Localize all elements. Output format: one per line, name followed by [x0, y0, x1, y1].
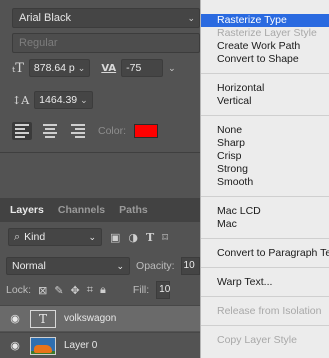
paragraph-align-row: Color: — [12, 120, 159, 142]
tab-paths[interactable]: Paths — [119, 204, 148, 216]
menu-divider — [201, 196, 329, 197]
shape-filter-icon[interactable]: ⌑ — [162, 231, 168, 244]
layer-filter-row: ⌕ Kind ⌄ ▣ ◑ T ⌑ — [0, 224, 200, 250]
search-icon: ⌕ — [14, 230, 21, 243]
font-style-dropdown[interactable]: Regular — [12, 33, 200, 53]
lock-paint-icon[interactable]: ✎ — [54, 284, 63, 297]
tracking-value: -75 — [126, 62, 142, 74]
chevron-down-icon: ⌄ — [187, 13, 195, 23]
blend-opacity-row: Normal ⌄ Opacity: 10 — [0, 255, 200, 277]
menu-item-warp-text[interactable]: Warp Text... — [201, 276, 329, 289]
font-family-dropdown[interactable]: Arial Black ⌄ — [12, 8, 200, 28]
chevron-down-icon[interactable]: ⌄ — [168, 63, 176, 74]
lock-label: Lock: — [6, 284, 32, 296]
leading-field[interactable]: 1464.39 ⌄ — [34, 91, 93, 109]
leading-row: ↕A 1464.39 ⌄ — [12, 89, 93, 111]
context-menu-items: Rasterize Type Rasterize Layer Style Creat… — [201, 14, 329, 358]
leading-value: 1464.39 — [39, 94, 78, 106]
menu-divider — [201, 115, 329, 116]
image-layer-thumbnail — [30, 336, 56, 355]
text-color-swatch[interactable] — [134, 124, 159, 138]
align-right-icon[interactable] — [68, 122, 88, 140]
lock-fill-row: Lock: ⊠ ✎ ✥ ⌗ 🔒︎ Fill: 10 — [0, 279, 200, 301]
context-menu: Rasterize Type Rasterize Layer Style Creat… — [200, 0, 329, 358]
layer-name[interactable]: Layer 0 — [64, 340, 97, 351]
blend-mode-dropdown[interactable]: Normal ⌄ — [6, 257, 131, 275]
leading-icon: ↕A — [12, 93, 30, 107]
menu-item-strong[interactable]: Strong — [201, 163, 329, 176]
tracking-icon: VA — [101, 62, 117, 74]
chevron-down-icon: ⌄ — [88, 231, 96, 242]
fill-label: Fill: — [132, 284, 150, 296]
tab-channels[interactable]: Channels — [58, 204, 105, 216]
blend-mode-value: Normal — [12, 260, 46, 272]
layer-row-layer-0[interactable]: ◉ Layer 0 — [0, 332, 200, 358]
lock-position-icon[interactable]: ✥ — [71, 284, 80, 297]
layers-tabs: Layers Channels Paths — [0, 198, 200, 222]
menu-item-horizontal[interactable]: Horizontal — [201, 82, 329, 95]
lock-all-icon[interactable]: 🔒︎ — [100, 283, 106, 297]
filter-kind-value: Kind — [24, 231, 46, 243]
lock-transparent-icon[interactable]: ⊠ — [38, 284, 47, 297]
menu-divider — [201, 296, 329, 297]
layer-row-volkswagon[interactable]: ◉ T volkswagon — [0, 305, 200, 331]
adjustment-filter-icon[interactable]: ◑ — [128, 231, 138, 244]
menu-item-release-from-isolation: Release from Isolation — [217, 305, 322, 317]
font-size-value: 878.64 p — [33, 62, 75, 74]
menu-item-sharp[interactable]: Sharp — [201, 137, 329, 150]
type-filter-icon[interactable]: T — [146, 231, 154, 244]
align-center-icon[interactable] — [40, 122, 60, 140]
menu-item-create-work-path[interactable]: Create Work Path — [201, 40, 329, 53]
properties-panel: Arial Black ⌄ Regular ₜT 878.64 p ⌄ VA -… — [0, 0, 200, 358]
menu-item-none[interactable]: None — [201, 124, 329, 137]
menu-item-smooth[interactable]: Smooth — [201, 176, 329, 189]
opacity-field[interactable]: 10 — [180, 257, 200, 275]
eye-icon[interactable]: ◉ — [8, 312, 22, 325]
menu-item-mac[interactable]: Mac — [201, 218, 329, 231]
align-left-icon[interactable] — [12, 122, 32, 140]
menu-item-rasterize-type[interactable]: Rasterize Type — [201, 14, 329, 27]
menu-divider — [201, 238, 329, 239]
layer-name[interactable]: volkswagon — [64, 313, 116, 324]
menu-item-rasterize-layer-style: Rasterize Layer Style — [217, 27, 317, 39]
menu-item-convert-to-shape[interactable]: Convert to Shape — [201, 53, 329, 66]
menu-divider — [201, 267, 329, 268]
filter-kind-dropdown[interactable]: ⌕ Kind ⌄ — [8, 228, 102, 246]
menu-item-crisp[interactable]: Crisp — [201, 150, 329, 163]
menu-item-vertical[interactable]: Vertical — [201, 95, 329, 108]
image-filter-icon[interactable]: ▣ — [110, 231, 120, 244]
menu-item-copy-layer-style: Copy Layer Style — [217, 334, 297, 346]
font-size-icon: ₜT — [12, 60, 24, 76]
text-layer-thumbnail-icon: T — [30, 309, 56, 328]
font-size-field[interactable]: 878.64 p ⌄ — [28, 59, 91, 77]
menu-divider — [201, 73, 329, 74]
tab-layers[interactable]: Layers — [10, 204, 44, 216]
menu-item-convert-to-paragraph-text[interactable]: Convert to Paragraph Text — [201, 247, 329, 260]
chevron-down-icon: ⌄ — [77, 63, 86, 73]
size-tracking-row: ₜT 878.64 p ⌄ VA -75 ⌄ — [12, 57, 176, 79]
opacity-label: Opacity: — [136, 260, 175, 272]
tracking-field[interactable]: -75 — [121, 59, 164, 77]
menu-divider — [201, 325, 329, 326]
font-family-value: Arial Black — [19, 12, 71, 24]
lock-artboard-icon[interactable]: ⌗ — [87, 283, 93, 297]
eye-icon[interactable]: ◉ — [8, 339, 22, 352]
chevron-down-icon: ⌄ — [80, 95, 88, 105]
chevron-down-icon: ⌄ — [116, 260, 125, 271]
fill-field[interactable]: 10 — [156, 281, 170, 299]
color-label: Color: — [98, 125, 127, 137]
menu-item-mac-lcd[interactable]: Mac LCD — [201, 205, 329, 218]
font-style-value: Regular — [19, 37, 58, 49]
divider — [0, 152, 200, 153]
